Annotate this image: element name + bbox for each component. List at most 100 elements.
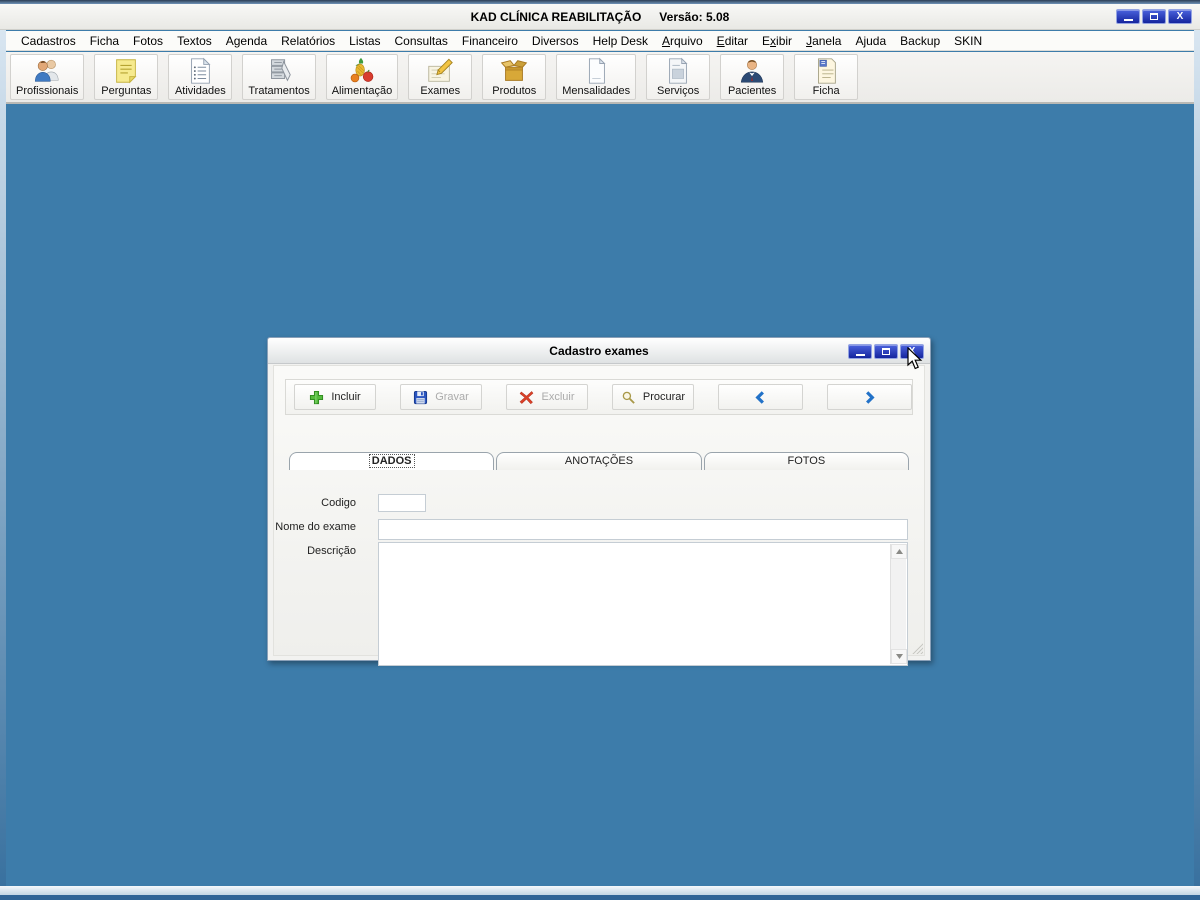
exams-pencil-icon — [425, 56, 455, 86]
app-title: KAD CLÍNICA REABILITAÇÃO — [470, 9, 642, 24]
nome-do-exame-input[interactable] — [378, 519, 908, 540]
minimize-icon — [855, 354, 865, 356]
gravar-button[interactable]: Gravar — [400, 384, 482, 410]
codigo-input[interactable] — [378, 494, 426, 512]
menu-item-diversos[interactable]: Diversos — [525, 32, 586, 50]
dialog-title: Cadastro exames — [549, 344, 649, 358]
button-label: Procurar — [642, 391, 686, 403]
dialog-titlebar[interactable]: Cadastro exames X — [268, 338, 930, 364]
toolbar-button-perguntas[interactable]: Perguntas — [94, 54, 159, 100]
maximize-icon — [1150, 13, 1158, 20]
menu-item-cadastros[interactable]: Cadastros — [14, 32, 83, 50]
nome-do-exame-label: Nome do exame — [275, 521, 356, 533]
menu-item-backup[interactable]: Backup — [893, 32, 947, 50]
mouse-cursor — [906, 346, 923, 371]
arrow-left-icon — [753, 390, 768, 405]
patients-person-icon — [737, 56, 767, 86]
toolbar-button-mensalidades[interactable]: Mensalidades — [556, 54, 637, 100]
incluir-button[interactable]: Incluir — [294, 384, 376, 410]
scroll-up-icon[interactable] — [891, 544, 907, 559]
toolbar-button-label: Profissionais — [16, 85, 79, 97]
descricao-textarea[interactable] — [378, 542, 908, 666]
menu-item-relatórios[interactable]: Relatórios — [274, 32, 342, 50]
menu-item-exibir[interactable]: Exibir — [755, 32, 799, 50]
questions-note-icon — [111, 56, 141, 86]
toolbar-button-label: Produtos — [492, 85, 537, 97]
treatments-cabinet-icon — [264, 56, 294, 86]
menu-item-janela[interactable]: Janela — [799, 32, 848, 50]
toolbar-button-label: Mensalidades — [562, 85, 631, 97]
save-floppy-icon — [413, 390, 428, 405]
tab-label: FOTOS — [787, 455, 826, 467]
menu-item-help-desk[interactable]: Help Desk — [586, 32, 655, 50]
maximize-button[interactable] — [1142, 9, 1166, 24]
add-plus-icon — [309, 390, 324, 405]
toolbar-button-serviços[interactable]: Serviços — [646, 54, 711, 100]
delete-x-icon — [519, 390, 534, 405]
menu-item-ficha[interactable]: Ficha — [83, 32, 126, 50]
dialog-form: Codigo Nome do exame Descrição — [275, 470, 909, 666]
scroll-down-icon[interactable] — [891, 649, 907, 664]
toolbar-button-label: Atividades — [174, 85, 226, 97]
textarea-scrollbar[interactable] — [890, 544, 907, 664]
previous-record-button[interactable] — [718, 384, 803, 410]
menu-item-textos[interactable]: Textos — [170, 32, 219, 50]
tab-label: ANOTAÇÕES — [564, 455, 634, 467]
cadastro-exames-dialog: Cadastro exames X Incluir Gravar Excluir Pr… — [267, 337, 931, 666]
tab-label: DADOS — [368, 454, 415, 468]
maximize-icon — [882, 348, 890, 355]
arrow-right-icon — [862, 390, 877, 405]
dialog-body: Incluir Gravar Excluir Procurar DADOS ANOTAÇ… — [273, 365, 925, 666]
menu-item-arquivo[interactable]: Arquivo — [655, 32, 710, 50]
next-record-button[interactable] — [827, 384, 912, 410]
toolbar-button-ficha[interactable]: Ficha — [794, 54, 859, 100]
menu-item-editar[interactable]: Editar — [710, 32, 755, 50]
close-button[interactable]: X — [1168, 9, 1192, 24]
window-frame-bottom-edge — [0, 895, 1200, 900]
dialog-resize-grip[interactable] — [910, 641, 923, 654]
app-version: Versão: 5.08 — [659, 9, 730, 24]
button-label: Gravar — [435, 391, 469, 403]
toolbar-button-profissionais[interactable]: Profissionais — [10, 54, 85, 100]
tab-fotos[interactable]: FOTOS — [703, 452, 909, 470]
food-fruits-icon — [347, 56, 377, 86]
toolbar-button-tratamentos[interactable]: Tratamentos — [242, 54, 316, 100]
close-icon: X — [1176, 10, 1184, 22]
menu-item-financeiro[interactable]: Financeiro — [455, 32, 525, 50]
toolbar-button-label: Serviços — [657, 85, 700, 97]
dialog-tabs: DADOS ANOTAÇÕES FOTOS — [289, 452, 909, 470]
activities-notepad-icon — [185, 56, 215, 86]
toolbar-button-alimentação[interactable]: Alimentação — [325, 54, 399, 100]
main-window-controls: X — [1116, 9, 1192, 24]
toolbar-button-exames[interactable]: Exames — [408, 54, 473, 100]
procurar-button[interactable]: Procurar — [612, 384, 694, 410]
button-label: Excluir — [541, 391, 575, 403]
menu-item-ajuda[interactable]: Ajuda — [848, 32, 893, 50]
products-box-icon — [499, 56, 529, 86]
menu-item-skin[interactable]: SKIN — [947, 32, 989, 50]
toolbar-button-label: Alimentação — [331, 85, 393, 97]
toolbar-button-pacientes[interactable]: Pacientes — [720, 54, 785, 100]
window-frame-right — [1194, 28, 1200, 886]
excluir-button[interactable]: Excluir — [506, 384, 588, 410]
toolbar-button-label: Pacientes — [727, 85, 777, 97]
menu-bar: Cadastros Ficha Fotos Textos Agenda Relatório… — [6, 31, 1194, 51]
toolbar-button-atividades[interactable]: Atividades — [168, 54, 233, 100]
menu-item-agenda[interactable]: Agenda — [219, 32, 274, 50]
minimize-button[interactable] — [1116, 9, 1140, 24]
toolbar-button-produtos[interactable]: Produtos — [482, 54, 547, 100]
tab-anotações[interactable]: ANOTAÇÕES — [496, 452, 702, 470]
tab-dados[interactable]: DADOS — [289, 452, 495, 470]
toolbar-button-label: Ficha — [812, 85, 840, 97]
dialog-minimize-button[interactable] — [848, 344, 872, 359]
services-document-icon — [663, 56, 693, 86]
application-window: { "window": { "title": "KAD CLÍNICA REAB… — [0, 0, 1200, 900]
menu-item-fotos[interactable]: Fotos — [126, 32, 170, 50]
dialog-maximize-button[interactable] — [874, 344, 898, 359]
descricao-label: Descrição — [307, 545, 356, 557]
record-sheet-icon — [811, 56, 841, 86]
search-magnifier-icon — [621, 390, 636, 405]
professionals-icon — [32, 56, 62, 86]
menu-item-listas[interactable]: Listas — [342, 32, 387, 50]
menu-item-consultas[interactable]: Consultas — [388, 32, 455, 50]
